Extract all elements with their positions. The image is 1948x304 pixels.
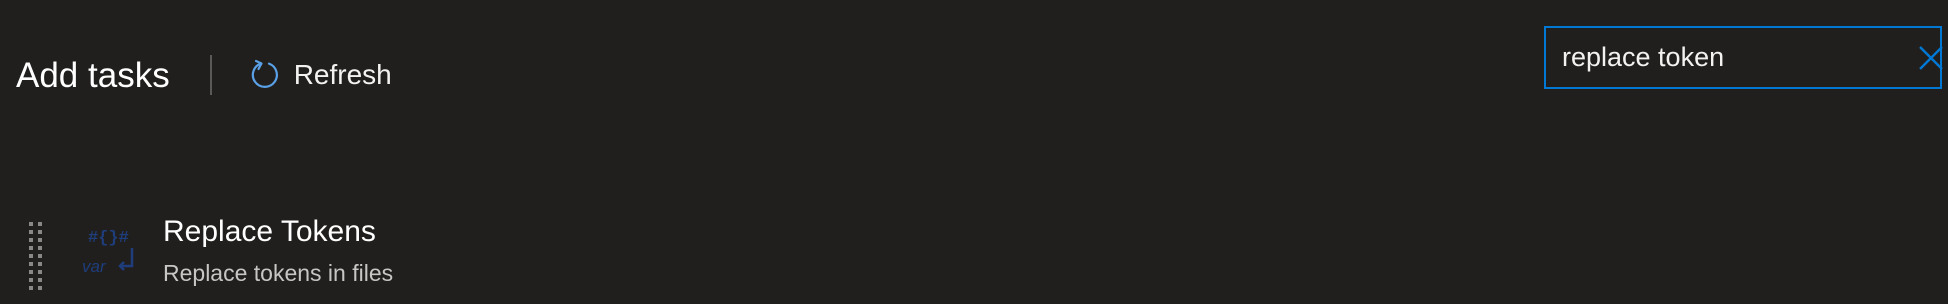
icon-var-text: var xyxy=(82,257,107,276)
panel-header: Add tasks Refresh xyxy=(16,40,392,110)
page-title: Add tasks xyxy=(16,55,170,95)
task-description: Replace tokens in files xyxy=(163,260,394,286)
close-icon xyxy=(1919,45,1943,70)
drag-handle-icon[interactable] xyxy=(29,222,43,290)
replace-tokens-icon: #{}# var xyxy=(82,229,134,276)
icon-token-text: #{}# xyxy=(88,229,129,248)
refresh-icon xyxy=(251,59,278,88)
task-name: Replace Tokens xyxy=(163,215,376,248)
clear-search-button[interactable] xyxy=(1918,28,1944,87)
search-box[interactable] xyxy=(1544,26,1944,89)
refresh-button[interactable]: Refresh xyxy=(248,58,392,92)
header-divider xyxy=(209,55,212,95)
search-input[interactable] xyxy=(1546,27,1918,88)
refresh-label: Refresh xyxy=(293,59,392,90)
task-item-replace-tokens[interactable]: #{}# var Replace Tokens Replace tokens i… xyxy=(0,210,1948,300)
add-tasks-panel: Add tasks Refresh replace token #{}# var… xyxy=(0,0,1948,304)
